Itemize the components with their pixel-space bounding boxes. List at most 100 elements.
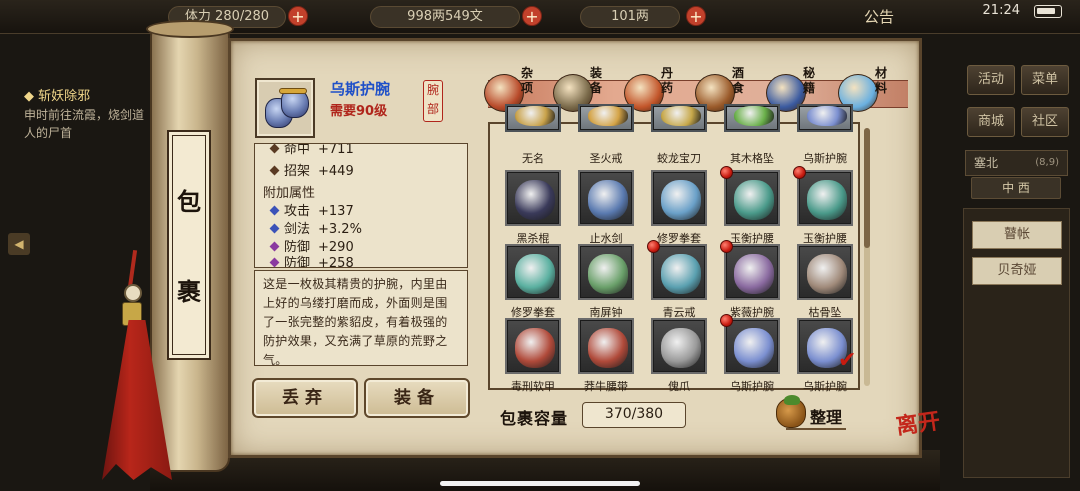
inventory-slot[interactable] [724, 318, 780, 374]
inventory-slot[interactable] [651, 170, 707, 226]
inventory-slot[interactable] [797, 104, 853, 132]
category-label: 装备 [589, 66, 602, 95]
sort-button[interactable]: 整理 [810, 404, 842, 428]
npc-list: 瞽帐 贝奇娅 [963, 208, 1070, 478]
inventory-slot[interactable] [724, 170, 780, 226]
new-badge-icon [793, 166, 806, 179]
inventory-slot[interactable] [724, 104, 780, 132]
capacity-label: 包裹容量 [500, 409, 569, 428]
category-label: 材料 [874, 66, 887, 95]
stat-name: 攻击 [284, 204, 311, 219]
inventory-slot[interactable] [651, 318, 707, 374]
category-label: 丹药 [660, 66, 673, 95]
menu-button[interactable]: 菜单 [1021, 65, 1069, 95]
new-badge-icon [720, 314, 733, 327]
inventory-slot[interactable] [797, 244, 853, 300]
inventory-slot[interactable] [505, 244, 561, 300]
item-icon [515, 254, 555, 294]
slot-label: 蛟龙宝刀 [657, 152, 701, 165]
slot-label: 无名 [522, 152, 544, 165]
inventory-slot[interactable] [578, 318, 634, 374]
discard-button[interactable]: 丢弃 [252, 378, 358, 418]
inventory-slot[interactable] [724, 244, 780, 300]
stat-name: 剑法 [284, 222, 311, 237]
diamond-icon [269, 223, 280, 234]
quest-desc: 申时前往流霞，烧剑道人的尸首 [24, 108, 145, 140]
quest-tracker[interactable]: ◆ 斩妖除邪 申时前往流霞，烧剑道人的尸首 [24, 88, 154, 142]
stats-box[interactable]: 命中 +711 招架 +449 附加属性 攻击 +137 剑法 +3.2% 防御 +290… [254, 143, 468, 268]
item-icon [734, 180, 774, 220]
slot-label: 傀爪 [668, 380, 690, 393]
sort-underline [786, 428, 846, 430]
grid-scrollbar[interactable] [864, 128, 870, 386]
community-button[interactable]: 社区 [1021, 107, 1069, 137]
region-coord: (8,9) [1035, 157, 1059, 168]
inventory-slot[interactable] [651, 244, 707, 300]
inventory-slot[interactable] [505, 104, 561, 132]
item-icon [661, 328, 701, 368]
stat-row: 招架 +449 [269, 160, 354, 179]
category-label: 杂项 [520, 66, 533, 95]
inventory-slot[interactable] [797, 170, 853, 226]
new-badge-icon [720, 240, 733, 253]
stat-value: +711 [318, 143, 354, 157]
diamond-icon [269, 205, 280, 216]
item-icon [515, 106, 555, 126]
inventory-slot[interactable] [505, 318, 561, 374]
item-icon [807, 254, 847, 294]
item-icon [807, 180, 847, 220]
home-indicator[interactable] [440, 481, 640, 486]
tassel-bead [124, 284, 142, 302]
stat-name: 招架 [284, 164, 311, 179]
npc-item[interactable]: 瞽帐 [972, 221, 1062, 249]
scroll-rod-cap [146, 20, 234, 38]
region-label[interactable]: 塞北 (8,9) [965, 150, 1068, 176]
scrollbar-thumb[interactable] [864, 128, 870, 248]
diamond-icon [269, 257, 280, 267]
equip-button[interactable]: 装备 [364, 378, 470, 418]
slot-label: 乌斯护腕 [803, 380, 847, 393]
stat-value: +137 [318, 204, 354, 219]
item-icon [515, 180, 555, 220]
stat-row: 防御 +258 [269, 252, 354, 267]
add-stamina-button[interactable]: + [288, 6, 308, 26]
category-label: 酒食 [731, 66, 744, 95]
category-label: 秘籍 [802, 66, 815, 95]
new-badge-icon [720, 166, 733, 179]
inventory-slot[interactable] [578, 244, 634, 300]
npc-item[interactable]: 贝奇娅 [972, 257, 1062, 285]
region-name: 塞北 [974, 156, 999, 170]
stat-name: 命中 [284, 143, 311, 157]
item-icon [734, 254, 774, 294]
capacity-value: 370/380 [582, 402, 686, 428]
inventory-slot[interactable] [651, 104, 707, 132]
item-icon [661, 106, 701, 126]
stat-value: +3.2% [318, 222, 362, 237]
item-icon [734, 106, 774, 126]
silver-pill: 998两549文 [370, 6, 520, 28]
stat-row: 剑法 +3.2% [269, 218, 362, 237]
add-silver-button[interactable]: + [522, 6, 542, 26]
map-tab[interactable]: 中 西 [971, 177, 1061, 199]
slot-label: 莽牛腰带 [584, 380, 628, 393]
shop-button[interactable]: 商城 [967, 107, 1015, 137]
clock: 21:24 [982, 3, 1020, 18]
bag-icon[interactable] [776, 395, 806, 428]
diamond-icon [269, 241, 280, 252]
slot-label: 圣火戒 [589, 152, 623, 165]
add-gold-button[interactable]: + [686, 6, 706, 26]
announcement-button[interactable]: 公告 [864, 6, 894, 27]
diamond-icon [269, 165, 280, 176]
inventory-slot[interactable] [578, 170, 634, 226]
activity-button[interactable]: 活动 [967, 65, 1015, 95]
leave-button[interactable]: 离开 [895, 408, 957, 465]
gauntlet-band [279, 88, 307, 94]
selected-check-icon: ✔ [838, 348, 857, 373]
chevron-left-icon[interactable]: ◀ [8, 233, 30, 255]
slot-label: 乌斯护腕 [730, 380, 774, 393]
item-icon [661, 180, 701, 220]
inventory-slot[interactable] [578, 104, 634, 132]
item-name: 乌斯护腕 [330, 80, 391, 98]
stat-row: 命中 +711 [269, 143, 354, 157]
inventory-slot[interactable] [505, 170, 561, 226]
